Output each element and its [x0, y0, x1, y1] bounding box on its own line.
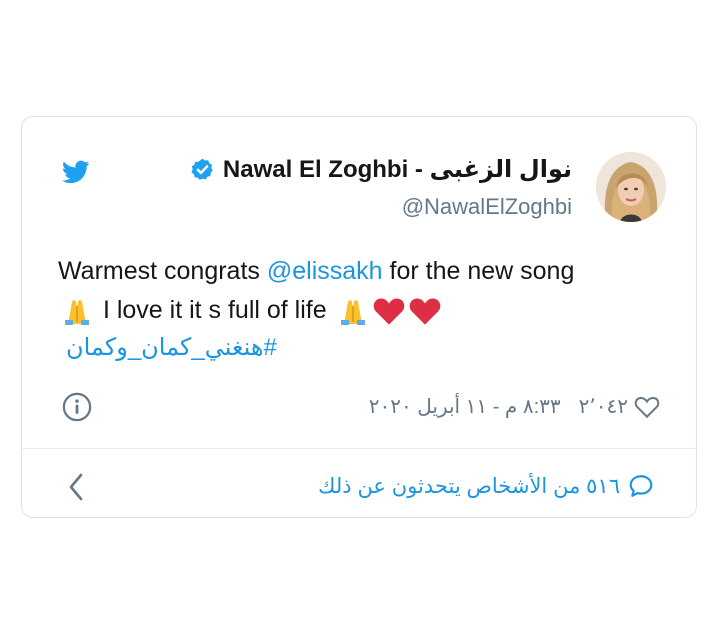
red-heart-icon [373, 298, 404, 326]
tweet-text-part1: Warmest congrats [58, 257, 267, 285]
avatar[interactable] [596, 152, 666, 222]
like-count: ٢٬٠٤٢ [578, 396, 628, 418]
author-handle[interactable]: @NawalElZoghbi [190, 194, 572, 220]
like-button[interactable]: ٢٬٠٤٢ [579, 394, 660, 419]
tweet-card[interactable]: Nawal El Zoghbi - نوال الزغبى @NawalElZo… [21, 116, 697, 518]
tweet-meta: ٨:٣٣ م - ١١ أبريل ٢٠٢٠ ٢٬٠٤٢ [369, 394, 660, 419]
folded-hands-icon [340, 300, 365, 326]
heart-outline-icon [634, 396, 660, 418]
info-icon[interactable] [62, 392, 92, 422]
avatar-photo [596, 152, 666, 222]
divider [22, 448, 696, 449]
red-heart-icon [409, 298, 440, 326]
author-name-row[interactable]: Nawal El Zoghbi - نوال الزغبى [190, 155, 572, 184]
mention-link[interactable]: @elissakh [267, 257, 383, 285]
author-name[interactable]: Nawal El Zoghbi - نوال الزغبى [223, 155, 572, 184]
timestamp[interactable]: ٨:٣٣ م - ١١ أبريل ٢٠٢٠ [369, 394, 561, 419]
author-block[interactable]: Nawal El Zoghbi - نوال الزغبى @NawalElZo… [190, 155, 572, 220]
folded-hands-icon [60, 296, 94, 326]
tweet-text: Warmest congrats @elissakh for the new s… [58, 252, 668, 330]
verified-badge-icon [191, 158, 213, 180]
conversation-link[interactable]: ٥١٦ من الأشخاص يتحدثون عن ذلك [318, 473, 654, 499]
chevron-left-icon[interactable] [66, 471, 86, 503]
tweet-text-line2: I love it it s full of life [96, 296, 334, 324]
hashtag-link[interactable]: #هنغني_كمان_وكمان [66, 333, 277, 362]
speech-bubble-icon [629, 475, 653, 497]
emoji-group [336, 296, 442, 326]
tweet-text-part2: for the new song [382, 257, 575, 285]
twitter-bird-icon[interactable] [60, 158, 92, 186]
conversation-label: ٥١٦ من الأشخاص يتحدثون عن ذلك [318, 474, 620, 498]
